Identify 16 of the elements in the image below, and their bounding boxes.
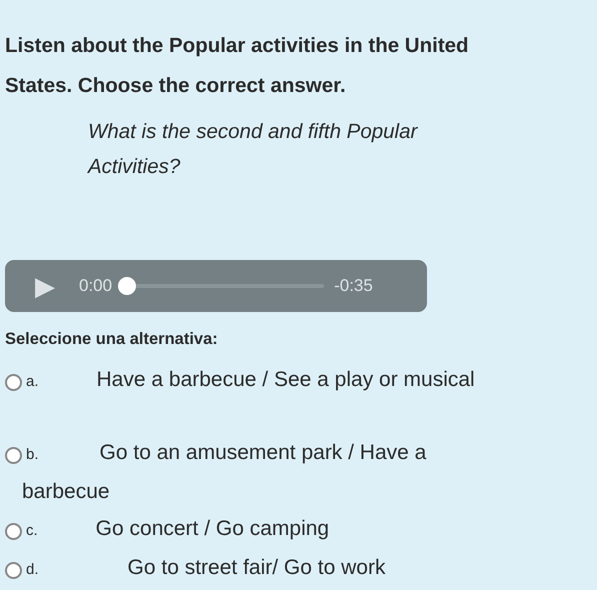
elapsed-time: 0:00 <box>79 276 112 296</box>
option-label: a. Have a barbecue / See a play or musical <box>25 367 476 393</box>
progress-track[interactable] <box>118 277 324 295</box>
radio-button[interactable] <box>5 374 22 391</box>
radio-button[interactable] <box>5 562 22 579</box>
option-label: b. Go to an amusement park / Have a barbecue <box>22 440 428 505</box>
radio-button[interactable] <box>5 447 22 464</box>
prompt-label: Seleccione una alternativa: <box>5 330 219 349</box>
option-label: d. Go to street fair/ Go to work <box>25 555 386 581</box>
radio-button[interactable] <box>5 523 22 540</box>
option-label: c. Go concert / Go camping <box>25 516 330 542</box>
play-icon[interactable]: ▶ <box>35 273 61 299</box>
instruction-text: Listen about the Popular activities in the United States. Choose the correct answer. <box>5 33 470 99</box>
remaining-time: -0:35 <box>334 276 373 296</box>
question-text: What is the second and fifth Popular Activities? <box>88 119 419 180</box>
progress-thumb[interactable] <box>118 277 136 295</box>
